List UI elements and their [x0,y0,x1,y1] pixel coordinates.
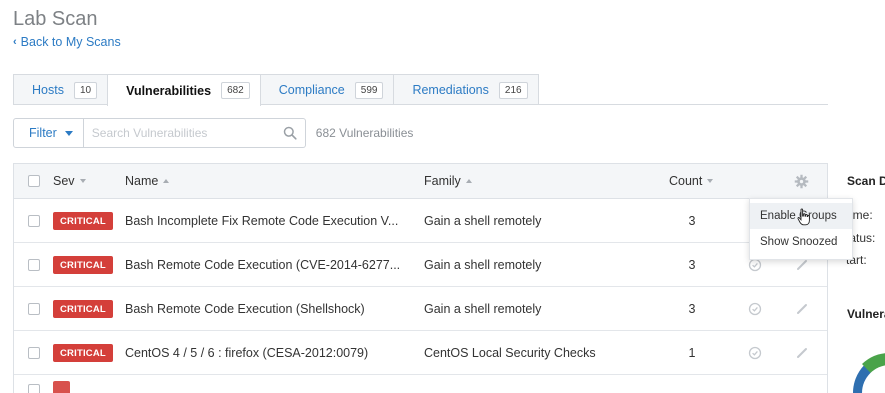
vulnerability-family: Gain a shell remotely [424,257,542,272]
scan-details-title: Scan D [847,174,885,188]
tab-hosts[interactable]: Hosts 10 [13,74,109,105]
select-all-checkbox[interactable] [28,175,40,187]
vulnerability-name: Bash Remote Code Execution (CVE-2014-627… [125,257,401,272]
tab-label: Vulnerabilities [126,83,212,98]
severity-badge [53,380,70,393]
page-title: Lab Scan [13,8,98,30]
vulnerabilities-table: Sev Name Family Count CRITICAL Bash Inco… [13,163,828,393]
vulnerability-name: Bash Remote Code Execution (Shellshock) [125,301,365,316]
column-header-family[interactable]: Family [424,164,472,198]
sort-down-icon [79,179,86,183]
column-header-count[interactable]: Count [669,164,714,198]
tab-compliance[interactable]: Compliance 599 [259,74,395,105]
column-label: Sev [53,174,75,188]
column-label: Name [125,174,159,188]
row-checkbox[interactable] [28,383,40,393]
vulnerability-count-cell: 3 [688,301,696,316]
table-row[interactable]: CRITICAL Bash Remote Code Execution (She… [14,287,827,331]
column-header-sev[interactable]: Sev [53,164,86,198]
filter-bar: Filter 682 Vulnerabilities [13,118,413,148]
table-row[interactable] [14,375,827,393]
vulnerability-name: Bash Incomplete Fix Remote Code Executio… [125,213,399,228]
search-input[interactable] [91,126,272,140]
tab-vulnerabilities[interactable]: Vulnerabilities 682 [107,74,261,106]
edit-icon[interactable] [796,287,808,330]
severity-badge: CRITICAL [53,343,113,362]
row-checkbox[interactable] [28,214,40,227]
row-checkbox[interactable] [28,258,40,271]
gear-icon[interactable] [794,164,809,198]
vulnerabilities-section-title: Vulnera [847,307,885,321]
vulnerability-count: 682 Vulnerabilities [315,126,414,140]
vulnerability-count-cell: 1 [688,345,696,360]
snooze-icon[interactable] [748,331,762,374]
table-header: Sev Name Family Count [14,164,827,199]
filter-label: Filter [29,126,57,140]
severity-badge: CRITICAL [53,255,113,274]
tab-count-badge: 599 [354,81,384,99]
row-checkbox[interactable] [28,346,40,359]
edit-icon[interactable] [796,331,808,374]
column-label: Family [424,174,461,188]
severity-badge: CRITICAL [53,299,113,318]
hand-cursor-icon [797,208,811,231]
search-box [83,118,306,148]
vulnerability-count-cell: 3 [688,213,696,228]
chevron-left-icon: ‹ [13,36,17,48]
table-row[interactable]: CRITICAL CentOS 4 / 5 / 6 : firefox (CES… [14,331,827,375]
sort-down-icon [707,179,714,183]
vulnerability-family: CentOS Local Security Checks [424,345,596,360]
back-link-label: Back to My Scans [20,35,121,49]
tab-count-badge: 216 [498,81,528,99]
vulnerability-family: Gain a shell remotely [424,301,542,316]
results-tabs: Hosts 10 Vulnerabilities 682 Compliance … [13,74,543,106]
column-header-name[interactable]: Name [125,164,170,198]
sort-up-icon [465,179,472,183]
tab-remediations[interactable]: Remediations 216 [393,74,539,105]
tab-label: Hosts [32,83,64,97]
menu-item-show-snoozed[interactable]: Show Snoozed [750,229,852,255]
filter-button[interactable]: Filter [13,118,84,148]
tab-label: Remediations [412,83,489,97]
table-row[interactable]: CRITICAL Bash Remote Code Execution (CVE… [14,243,827,287]
tab-count-badge: 682 [221,82,250,99]
vulnerability-name: CentOS 4 / 5 / 6 : firefox (CESA-2012:00… [125,345,369,360]
table-row[interactable]: CRITICAL Bash Incomplete Fix Remote Code… [14,199,827,243]
vulnerability-family: Gain a shell remotely [424,213,542,228]
column-label: Count [669,174,703,188]
snooze-icon[interactable] [748,287,762,330]
vulnerabilities-pie-chart [852,353,885,393]
sort-up-icon [163,179,170,183]
row-checkbox[interactable] [28,302,40,315]
back-to-my-scans-link[interactable]: ‹ Back to My Scans [13,35,121,49]
tab-count-badge: 10 [73,81,98,99]
vulnerability-count-cell: 3 [688,257,696,272]
caret-down-icon [64,130,73,136]
tab-label: Compliance [278,83,345,97]
search-icon[interactable] [283,126,297,140]
severity-badge: CRITICAL [53,211,113,230]
